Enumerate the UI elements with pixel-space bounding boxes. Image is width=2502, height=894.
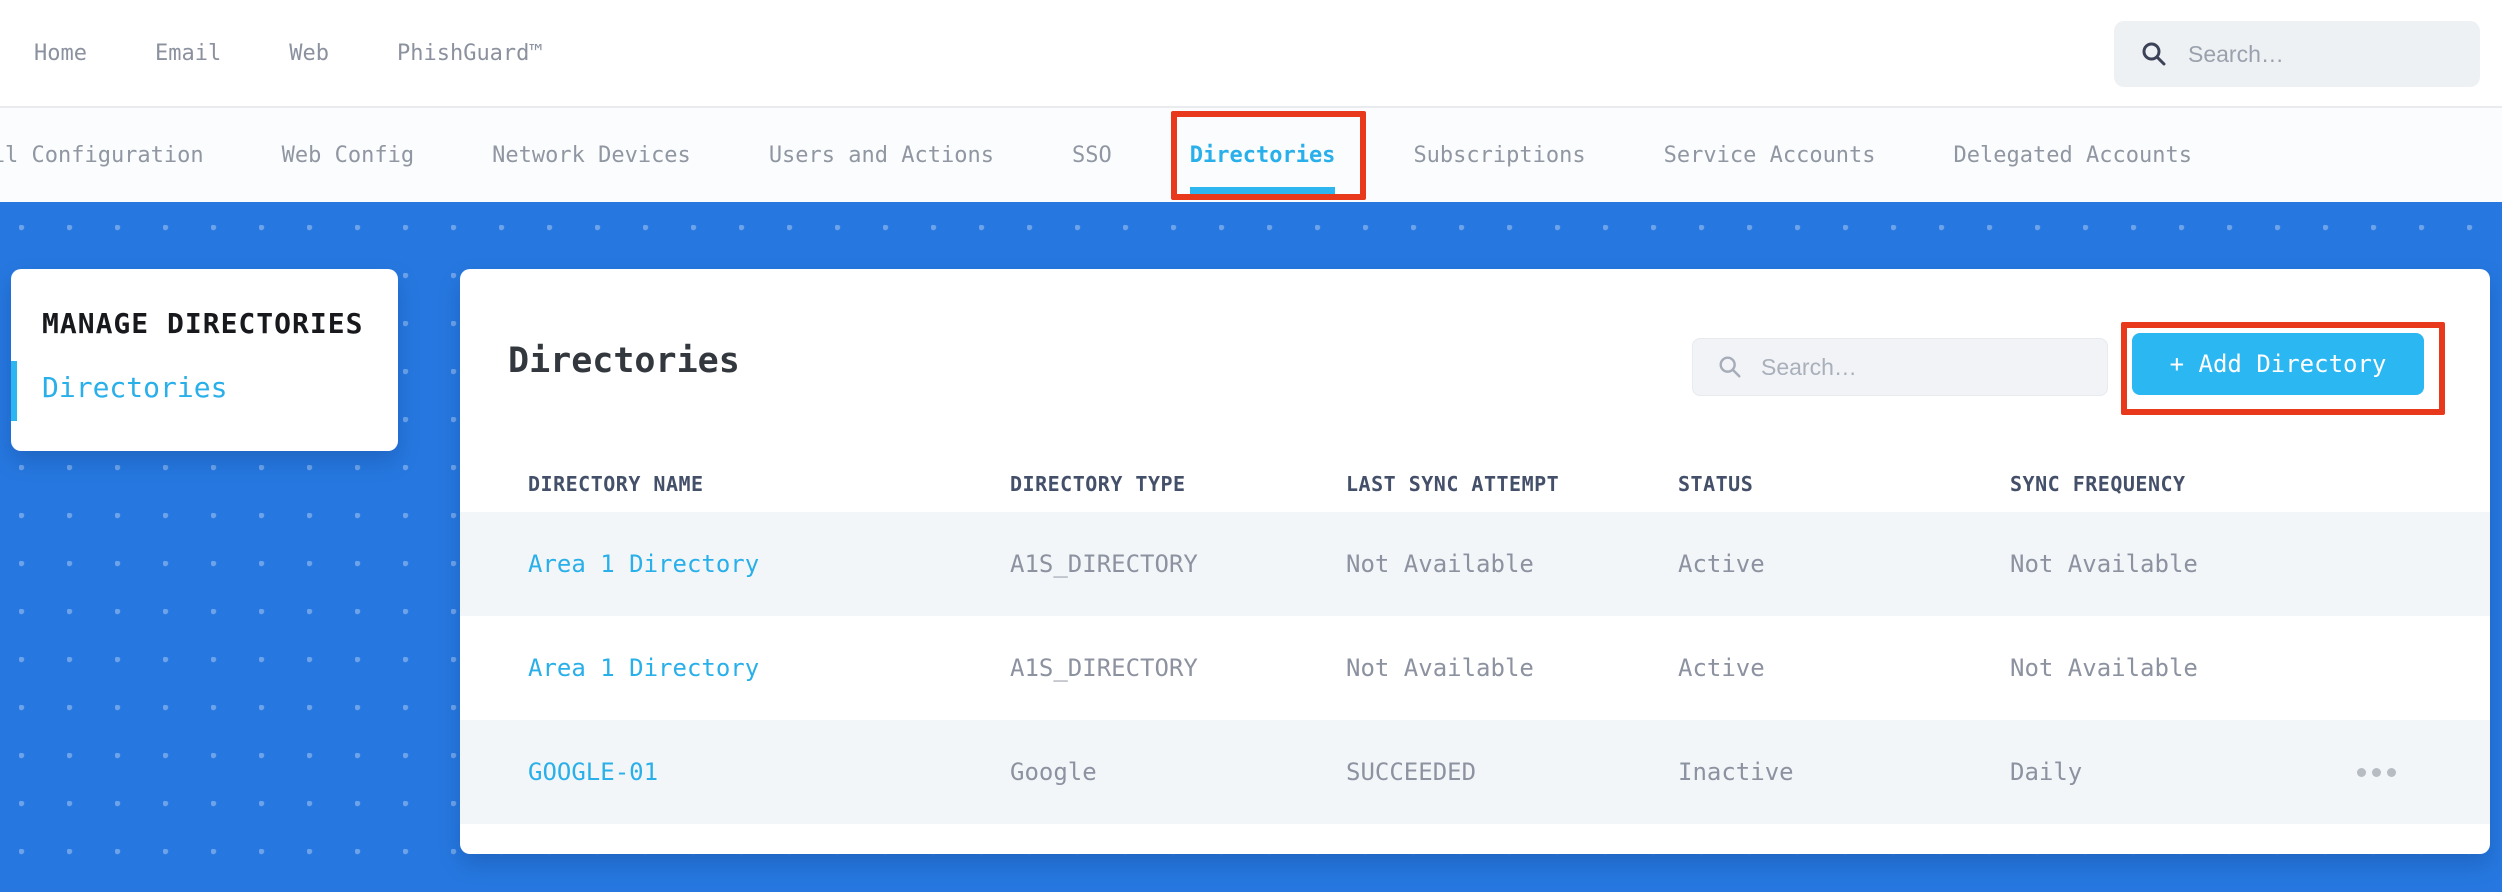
global-search-input[interactable]: Search…: [2114, 21, 2480, 87]
top-navigation: Home Email Web PhishGuard™ Search…: [0, 0, 2502, 108]
directory-type-cell: Google: [1010, 758, 1097, 786]
active-item-indicator: [11, 361, 17, 421]
tab-directories[interactable]: Directories: [1170, 110, 1366, 200]
global-search-placeholder: Search…: [2188, 40, 2284, 67]
sync-frequency-cell: Daily: [2010, 758, 2083, 786]
sync-frequency-cell: Not Available: [2010, 654, 2198, 682]
active-tab-underline: [1189, 186, 1336, 194]
manage-directories-card: MANAGE DIRECTORIES Directories: [11, 269, 398, 451]
add-directory-button[interactable]: + Add Directory: [2132, 333, 2424, 395]
last-sync-cell: Not Available: [1346, 654, 1534, 682]
status-cell: Inactive: [1678, 758, 1794, 786]
directory-name-link[interactable]: GOOGLE-01: [528, 720, 658, 824]
tab-subscriptions[interactable]: Subscriptions: [1413, 143, 1585, 168]
directory-type-cell: A1S_DIRECTORY: [1010, 654, 1198, 682]
table-row: GOOGLE-01 Google SUCCEEDED Inactive Dail…: [460, 720, 2490, 824]
directories-panel: Directories Search… + Add Directory DIRE…: [460, 269, 2490, 854]
directories-search-placeholder: Search…: [1761, 353, 1857, 380]
directory-type-cell: A1S_DIRECTORY: [1010, 550, 1198, 578]
settings-tab-bar: Email Configuration Web Config Network D…: [0, 108, 2502, 202]
row-menu-button[interactable]: [2346, 720, 2406, 824]
sync-frequency-cell: Not Available: [2010, 550, 2198, 578]
tab-delegated-accounts[interactable]: Delegated Accounts: [1954, 143, 2192, 168]
ellipsis-icon: [2356, 767, 2366, 777]
column-header-directory-name: DIRECTORY NAME: [528, 472, 704, 496]
status-cell: Active: [1678, 654, 1765, 682]
tab-web-config[interactable]: Web Config: [282, 143, 414, 168]
search-icon: [2142, 42, 2166, 66]
tab-directories-label: Directories: [1189, 142, 1336, 168]
sidebar-title: MANAGE DIRECTORIES: [42, 307, 364, 340]
content-area: MANAGE DIRECTORIES Directories Directori…: [0, 202, 2502, 892]
topnav-item-home[interactable]: Home: [34, 41, 87, 66]
directory-name-link[interactable]: Area 1 Directory: [528, 512, 759, 616]
status-cell: Active: [1678, 550, 1765, 578]
tab-network-devices[interactable]: Network Devices: [492, 143, 691, 168]
tab-email-configuration[interactable]: Email Configuration: [0, 143, 204, 168]
tab-sso[interactable]: SSO: [1072, 143, 1112, 168]
topnav-item-email[interactable]: Email: [155, 41, 221, 66]
directories-search-input[interactable]: Search…: [1692, 338, 2108, 396]
search-icon: [1719, 356, 1741, 378]
tab-service-accounts[interactable]: Service Accounts: [1664, 143, 1876, 168]
table-row: Area 1 Directory A1S_DIRECTORY Not Avail…: [460, 512, 2490, 616]
sidebar-item-directories[interactable]: Directories: [42, 371, 227, 404]
directory-name-link[interactable]: Area 1 Directory: [528, 616, 759, 720]
column-header-sync-frequency: SYNC FREQUENCY: [2010, 472, 2186, 496]
tab-users-and-actions[interactable]: Users and Actions: [769, 143, 994, 168]
ellipsis-icon: [2371, 767, 2381, 777]
topnav-item-web[interactable]: Web: [289, 41, 329, 66]
topnav-item-phishguard[interactable]: PhishGuard™: [397, 41, 543, 66]
last-sync-cell: SUCCEEDED: [1346, 758, 1477, 786]
ellipsis-icon: [2386, 767, 2396, 777]
page-title: Directories: [508, 341, 740, 381]
table-header-row: DIRECTORY NAME DIRECTORY TYPE LAST SYNC …: [460, 456, 2490, 512]
column-header-last-sync-attempt: LAST SYNC ATTEMPT: [1346, 472, 1560, 496]
last-sync-cell: Not Available: [1346, 550, 1534, 578]
column-header-status: STATUS: [1678, 472, 1754, 496]
table-row: Area 1 Directory A1S_DIRECTORY Not Avail…: [460, 616, 2490, 720]
column-header-directory-type: DIRECTORY TYPE: [1010, 472, 1186, 496]
